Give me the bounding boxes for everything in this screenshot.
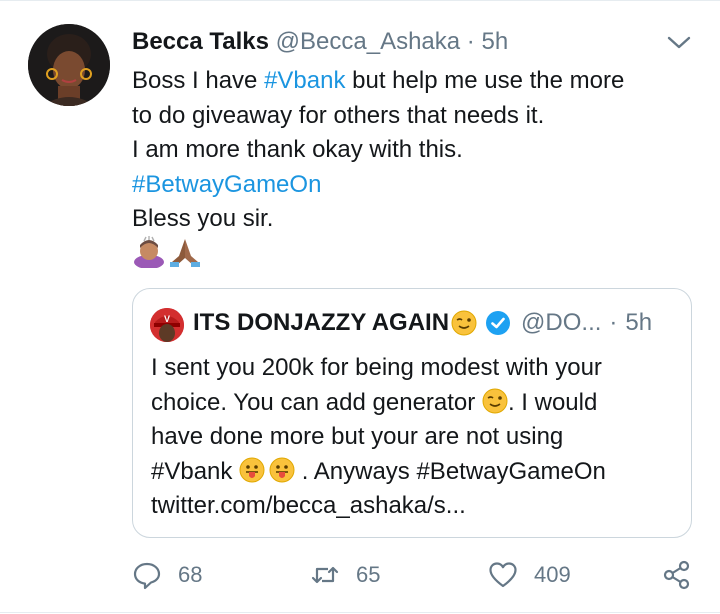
quoted-line-4: #Vbank . Anyways #BetwayGameOn [151, 455, 676, 490]
tweet-text: Boss I have #Vbank but help me use the m… [132, 64, 692, 237]
tweet-actions: 68 65 409 [132, 560, 692, 592]
quoted-avatar-image: V [150, 308, 184, 342]
winking-face-emoji [451, 310, 477, 336]
author-avatar-image [28, 24, 110, 106]
header-separator: · [466, 28, 475, 55]
quoted-line-4-after: . Anyways #BetwayGameOn [295, 457, 606, 485]
quoted-header: ITS DONJAZZY AGAIN @DO... · 5h [193, 309, 652, 337]
quoted-author-name[interactable]: ITS DONJAZZY AGAIN [193, 309, 449, 337]
quoted-line-2: choice. You can add generator . I would [151, 386, 676, 421]
winking-face-emoji [482, 388, 508, 413]
bottom-divider [0, 612, 720, 613]
tweet-line-1-prefix: Boss I have [132, 67, 265, 94]
tongue-face-emoji [269, 457, 295, 482]
tongue-face-emoji [239, 457, 265, 482]
reply-icon [133, 562, 161, 590]
tweet-line-1-suffix: but help me use the more [345, 67, 625, 94]
person-bowing-emoji [134, 236, 164, 268]
author-name[interactable]: Becca Talks [132, 28, 269, 55]
quoted-line-1: I sent you 200k for being modest with yo… [151, 354, 602, 381]
author-handle[interactable]: @Becca_Ashaka [276, 28, 460, 55]
quoted-tweet[interactable]: V ITS DONJAZZY AGAIN @DO... · 5h I sent … [132, 288, 692, 538]
quoted-author-avatar[interactable]: V [150, 308, 184, 342]
quoted-line-2-after: . I would [507, 388, 598, 416]
tweet-timestamp[interactable]: 5h [481, 28, 508, 55]
quoted-line-3: have done more but your are not using [151, 423, 564, 450]
reply-button[interactable]: 68 [132, 560, 202, 590]
like-count: 409 [534, 562, 571, 587]
share-icon [663, 560, 690, 590]
heart-icon [489, 562, 517, 588]
quoted-author-handle[interactable]: @DO... [521, 309, 601, 337]
tweet-line-3: I am more thank okay with this. [132, 136, 463, 163]
svg-text:V: V [164, 314, 170, 324]
quoted-header-separator: · [609, 309, 618, 336]
hashtag-betwaygameon[interactable]: #BetwayGameOn [132, 168, 692, 203]
tweet-line-2: to do giveaway for others that needs it. [132, 101, 545, 129]
tweet-line-1: Boss I have #Vbank but help me use the m… [132, 64, 692, 99]
verified-badge-icon [486, 311, 511, 335]
quoted-text: I sent you 200k for being modest with yo… [151, 351, 676, 524]
quoted-timestamp[interactable]: 5h [625, 309, 652, 337]
tweet-line-5: Bless you sir. [132, 205, 274, 232]
retweet-count: 65 [356, 562, 381, 587]
reply-count: 68 [178, 562, 203, 587]
top-divider [0, 0, 720, 1]
share-button[interactable] [662, 560, 692, 590]
quoted-line-2-text: choice. You can add generator [151, 388, 482, 416]
tweet-header: Becca Talks @Becca_Ashaka · 5h [132, 28, 508, 56]
author-avatar[interactable] [28, 24, 110, 106]
tweet-emoji-row [132, 236, 206, 268]
retweet-button[interactable]: 65 [310, 560, 380, 590]
chevron-down-icon[interactable] [666, 34, 692, 52]
tweet-card[interactable]: Becca Talks @Becca_Ashaka · 5h Boss I ha… [0, 0, 720, 614]
hashtag-vbank[interactable]: #Vbank [264, 67, 345, 94]
like-button[interactable]: 409 [488, 560, 571, 590]
retweet-icon [311, 566, 339, 584]
quoted-line-4-start: #Vbank [151, 457, 240, 485]
quoted-link[interactable]: twitter.com/becca_ashaka/s... [151, 489, 676, 524]
folded-hands-emoji [170, 239, 200, 267]
